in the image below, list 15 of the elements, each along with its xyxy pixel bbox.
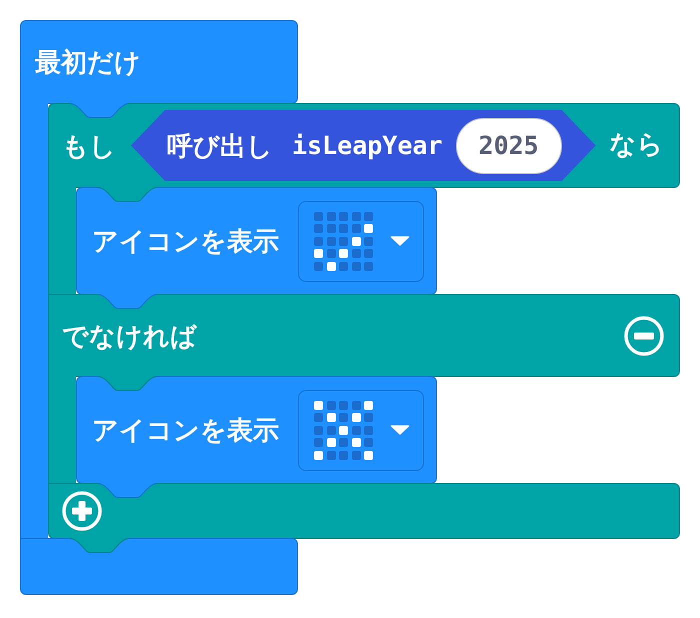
block-label: なら [610,128,664,158]
block-label: 最初だけ [35,49,141,75]
icon-dropdown[interactable] [298,390,424,470]
block-label: アイコンを表示 [92,228,279,254]
plus-circle-icon[interactable] [62,491,102,531]
block-label: アイコンを表示 [92,417,279,443]
minus-circle-icon[interactable] [624,316,664,356]
block-label: もし [62,132,116,158]
icon-dropdown[interactable] [298,200,424,282]
number-input-field[interactable]: 2025 [456,118,562,174]
caret-icon [390,425,410,435]
function-name: isLeapYear [292,133,443,158]
block-label: でなければ [62,322,197,348]
block-label: 呼び出し [167,132,273,158]
caret-icon [390,236,410,246]
